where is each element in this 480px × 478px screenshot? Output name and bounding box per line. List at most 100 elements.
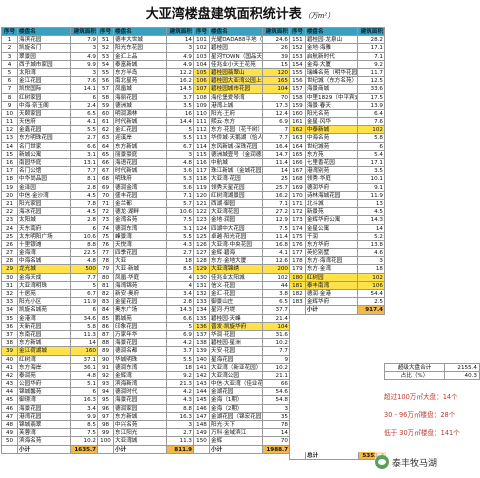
cell-area: 7.5 (263, 224, 290, 233)
cell-name: 西子城市家园 (18, 60, 71, 69)
cell-no: 51 (98, 36, 114, 45)
cell-no: 119 (194, 183, 210, 192)
cell-no: 167 (290, 167, 306, 176)
table-row: 167 港湾别苑 3.5 (290, 167, 385, 176)
cell-name: 明润源林 (114, 109, 167, 119)
cell-area: 4.8 (71, 371, 98, 381)
cell-area: 14.1 (71, 85, 98, 94)
cell-name: 阳光家园 (18, 199, 71, 209)
cell-no: 151 (290, 36, 306, 45)
cell-name: 天信府 (18, 118, 71, 127)
table-row: 133 御景山庄 6.5 (194, 298, 290, 307)
cell-name: 东方华府 (305, 240, 359, 250)
cell-name: 世纪城苑 (305, 142, 359, 151)
cell-name: 金海天成 (18, 273, 71, 282)
cell-name: 大亚湾公园 (210, 371, 263, 381)
table-row: 112 东方·花园（花千树） 7 (194, 126, 290, 135)
cell-area: 70 (263, 93, 290, 102)
cell-area: 13 (358, 199, 385, 209)
cell-no: 120 (194, 191, 210, 200)
cell-name: 海景·春天 (305, 101, 359, 110)
cell-name: 星河·丹堤 (210, 306, 263, 315)
cell-name: 滨海新湾 (114, 380, 167, 389)
cell-name: 中信·大亚湾（佳业花园） (210, 380, 263, 389)
wechat-icon (375, 455, 389, 469)
cell-area: 44 (263, 281, 290, 290)
cell-no: 70 (98, 191, 114, 200)
cell-area: 13.9 (358, 101, 385, 110)
table-row: 28 中海名城 4.8 (2, 257, 98, 266)
cell-no: 123 (194, 216, 210, 225)
cell-no: 157 (290, 85, 306, 94)
cell-no: 183 (290, 298, 306, 307)
cell-no: 127 (194, 249, 210, 258)
cell-name: 熙云·东方 (210, 118, 263, 127)
cell-area: 11.4 (263, 232, 290, 241)
cell-no: 50 (2, 437, 18, 446)
table-row: 81 海湾锦苑 4 (98, 281, 194, 290)
cell-area: 66 (263, 380, 290, 389)
subtotal-label: 小计 (114, 445, 167, 454)
cell-no: 166 (290, 159, 306, 168)
cell-area: 5.5 (167, 355, 194, 364)
cell-no: 146 (194, 404, 210, 413)
table-row: 173 金辉华府公寓 14.3 (290, 216, 385, 225)
cell-no: 1 (2, 36, 18, 45)
cell-area: 8.8 (71, 240, 98, 250)
cell-name: 光耀DADA88平地（海语湾） (210, 36, 263, 45)
header-area: 建筑面积 (167, 28, 194, 37)
cell-no: 83 (98, 298, 114, 307)
cell-no: 137 (194, 330, 210, 340)
cell-name: 明珠府 (114, 175, 167, 184)
cell-no: 153 (290, 52, 306, 61)
cell-area: 54.8 (263, 396, 290, 405)
cell-no: 18 (2, 175, 18, 184)
table-row: 60 明润源林 16 (98, 109, 194, 119)
cell-no: 181 (290, 281, 306, 290)
table-row: 8 红树家园 6 (2, 93, 98, 102)
cell-area: 6.9 (167, 330, 194, 340)
cell-area: 8.5 (167, 265, 194, 274)
cell-name: 凤凰·华庭 (114, 273, 167, 282)
table-row: 1 海滨花园 7.9 (2, 36, 98, 45)
cell-name: 天颐家园 (18, 109, 71, 119)
cell-name: 东方新城 (18, 339, 71, 348)
cell-name: 珠江新城（金城花园） (210, 167, 263, 176)
cell-area: 5 (71, 281, 98, 290)
cell-no: 85 (98, 314, 114, 323)
cell-name: 名门世家 (18, 142, 71, 151)
cell-no: 84 (98, 306, 114, 315)
cell-name: 世纪城（东方名苑） (305, 77, 359, 86)
cell-no: 71 (98, 199, 114, 209)
cell-area: 27.2 (263, 208, 290, 217)
cell-name: 红树家园 (18, 93, 71, 102)
cell-name: 凯旋名城苑 (18, 306, 71, 315)
table-row: 177 英伦别墅 4.6 (290, 249, 385, 258)
header-area: 建筑面积 (71, 28, 98, 37)
cell-area: 160 (71, 347, 98, 356)
cell-area: 54.6 (263, 388, 290, 397)
cell-no: 73 (98, 216, 114, 225)
cell-name: 南北星苑 (114, 77, 167, 86)
table-row: 122 大亚湾花园 27.2 (194, 208, 290, 217)
cell-name: 金星花园 (114, 298, 167, 307)
cell-name: 太阳湾 (18, 68, 71, 78)
table-row: 71 金兰都 5.7 (98, 199, 194, 209)
table-row: 143中信·大亚湾（佳业花园）66 (194, 380, 290, 389)
cell-name: 碧桂园大亚湾公园上城 (210, 77, 263, 86)
cell-name: 中里1829（中平宾式商厦） (305, 93, 359, 102)
cell-name: 卓越·阳光花园 (210, 232, 263, 241)
cell-area: 106 (358, 281, 385, 290)
cell-area: 12.5 (358, 77, 385, 86)
table-row: 153 启航新时代 7.1 (290, 52, 385, 61)
cell-no: 117 (194, 167, 210, 176)
cell-area: 5 (167, 322, 194, 331)
cell-no: 10 (2, 109, 18, 119)
cell-name: 新城公寓 (18, 150, 71, 159)
cell-no: 174 (290, 224, 306, 233)
cell-area: 3.1 (71, 150, 98, 159)
cell-area: 16.3 (167, 412, 194, 421)
cell-name: 中海·奈玉阁 (18, 101, 71, 110)
table-row: 106 碧桂园大亚湾公园上城 165 (194, 77, 290, 86)
cell-area: 34.6 (71, 314, 98, 323)
